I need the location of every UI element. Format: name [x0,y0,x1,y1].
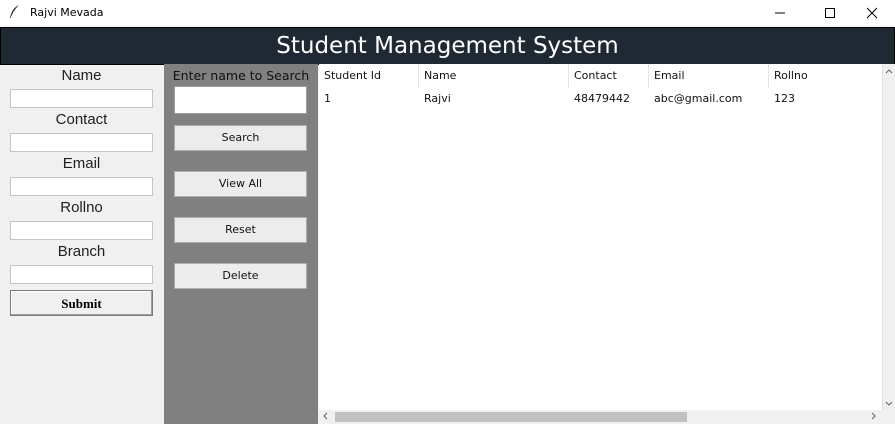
app-header-title: Student Management System [0,27,895,65]
column-header-student-id[interactable]: Student Id [319,64,419,88]
search-label: Enter name to Search [172,68,310,83]
contact-label: Contact [55,111,108,128]
email-input[interactable] [10,177,153,196]
reset-button[interactable]: Reset [174,217,307,243]
maximize-icon[interactable] [807,0,853,26]
minimize-icon[interactable] [757,0,803,26]
rollno-label: Rollno [60,199,103,216]
window-title: Rajvi Mevada [30,6,104,19]
feather-icon [8,4,22,20]
scroll-down-icon[interactable] [885,400,893,410]
column-header-rollno[interactable]: Rollno [769,64,882,88]
submit-button[interactable]: Submit [10,290,153,316]
delete-button[interactable]: Delete [174,263,307,289]
vertical-scrollbar[interactable] [882,64,895,410]
name-label: Name [61,67,102,84]
column-header-contact[interactable]: Contact [569,64,649,88]
horizontal-scroll-thumb[interactable] [335,412,687,422]
view-all-button[interactable]: View All [174,171,307,197]
contact-input[interactable] [10,133,153,152]
cell-email: abc@gmail.com [654,92,743,105]
rollno-input[interactable] [10,221,153,240]
name-input[interactable] [10,89,153,108]
close-icon[interactable] [849,0,895,26]
student-table[interactable] [319,64,882,410]
scroll-up-icon[interactable] [885,67,893,77]
search-panel [164,64,318,424]
cell-name: Rajvi [424,92,451,105]
cell-student-id: 1 [324,92,331,105]
cell-contact: 48479442 [574,92,630,105]
column-header-email[interactable]: Email [649,64,769,88]
branch-label: Branch [57,243,106,260]
email-label: Email [62,155,101,172]
scroll-left-icon[interactable] [322,412,328,423]
branch-input[interactable] [10,265,153,284]
scroll-right-icon[interactable] [871,412,877,423]
column-header-name[interactable]: Name [419,64,569,88]
window-titlebar: Rajvi Mevada [0,0,895,26]
search-button[interactable]: Search [174,125,307,151]
search-input[interactable] [174,86,307,114]
cell-rollno: 123 [774,92,795,105]
